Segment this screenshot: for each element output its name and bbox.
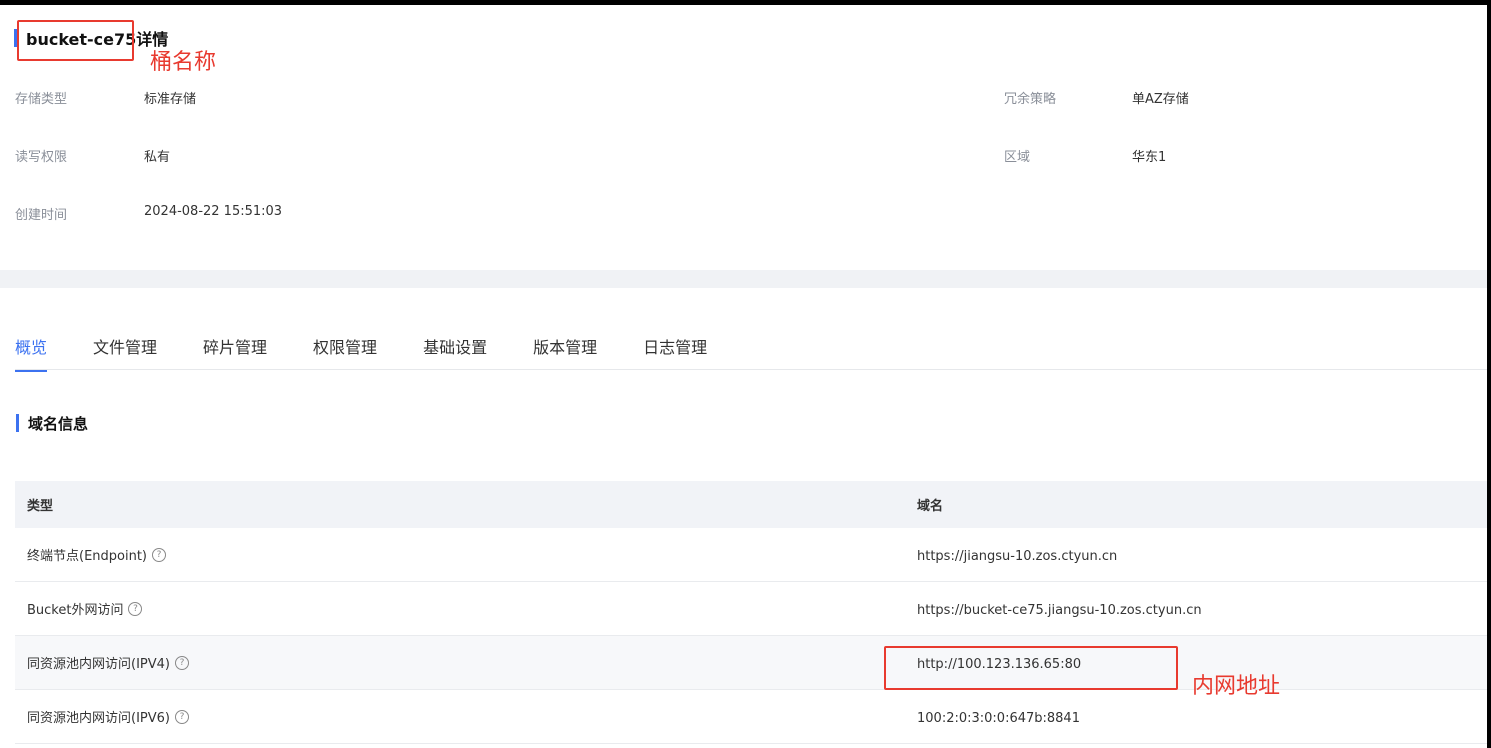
intranet-annotation-box: [884, 646, 1178, 690]
permission-value: 私有: [144, 150, 171, 165]
table-header: 类型 域名: [15, 481, 1487, 528]
tab-file-management[interactable]: 文件管理: [93, 334, 157, 370]
row-type: Bucket外网访问: [27, 603, 124, 618]
bucket-detail-page: bucket-ce75详情 桶名称 存储类型 标准存储 冗余策略 单AZ存储 读…: [0, 0, 1491, 748]
tab-log-management[interactable]: 日志管理: [643, 334, 707, 370]
right-edge: [1487, 0, 1491, 748]
help-circle-icon[interactable]: ?: [174, 655, 189, 670]
storage-type-label: 存储类型: [15, 92, 68, 107]
created-value: 2024-08-22 15:51:03: [144, 204, 283, 219]
top-edge: [0, 0, 1491, 5]
section-divider: [0, 270, 1487, 288]
detail-tabs: 概览 文件管理 碎片管理 权限管理 基础设置 版本管理 日志管理: [15, 334, 753, 372]
row-domain: https://bucket-ce75.jiangsu-10.zos.ctyun…: [917, 603, 1202, 618]
table-row: Bucket外网访问 ? https://bucket-ce75.jiangsu…: [15, 582, 1487, 636]
row-domain: https://jiangsu-10.zos.ctyun.cn: [917, 549, 1118, 564]
help-circle-icon[interactable]: ?: [174, 709, 189, 724]
row-type: 同资源池内网访问(IPV6): [27, 711, 170, 726]
domain-table: 类型 域名 终端节点(Endpoint) ? https://jiangsu-1…: [15, 481, 1487, 744]
redundancy-value: 单AZ存储: [1132, 92, 1189, 107]
redundancy-label: 冗余策略: [1004, 92, 1057, 107]
tab-fragment-management[interactable]: 碎片管理: [203, 334, 267, 370]
title-annotation: 桶名称: [150, 50, 217, 75]
section-accent-bar: [16, 414, 19, 432]
region-label: 区域: [1004, 150, 1031, 165]
help-circle-icon[interactable]: ?: [128, 601, 143, 616]
tab-version-management[interactable]: 版本管理: [533, 334, 597, 370]
header-type: 类型: [27, 499, 54, 514]
tab-overview[interactable]: 概览: [15, 334, 48, 372]
region-value: 华东1: [1132, 150, 1167, 165]
row-type: 同资源池内网访问(IPV4): [27, 657, 170, 672]
domain-section-header: 域名信息: [16, 412, 88, 434]
title-annotation-box: [17, 20, 134, 61]
permission-label: 读写权限: [15, 150, 68, 165]
tabs-underline: [15, 369, 1487, 370]
tab-basic-settings[interactable]: 基础设置: [423, 334, 487, 370]
section-title: 域名信息: [28, 414, 89, 433]
row-type: 终端节点(Endpoint): [27, 549, 148, 564]
help-circle-icon[interactable]: ?: [152, 547, 167, 562]
storage-type-value: 标准存储: [144, 92, 197, 107]
created-label: 创建时间: [15, 208, 68, 223]
tab-permission-management[interactable]: 权限管理: [313, 334, 377, 370]
table-row: 终端节点(Endpoint) ? https://jiangsu-10.zos.…: [15, 528, 1487, 582]
intranet-annotation: 内网地址: [1192, 674, 1281, 699]
header-domain: 域名: [917, 499, 944, 514]
row-domain: 100:2:0:3:0:0:647b:8841: [917, 711, 1080, 726]
